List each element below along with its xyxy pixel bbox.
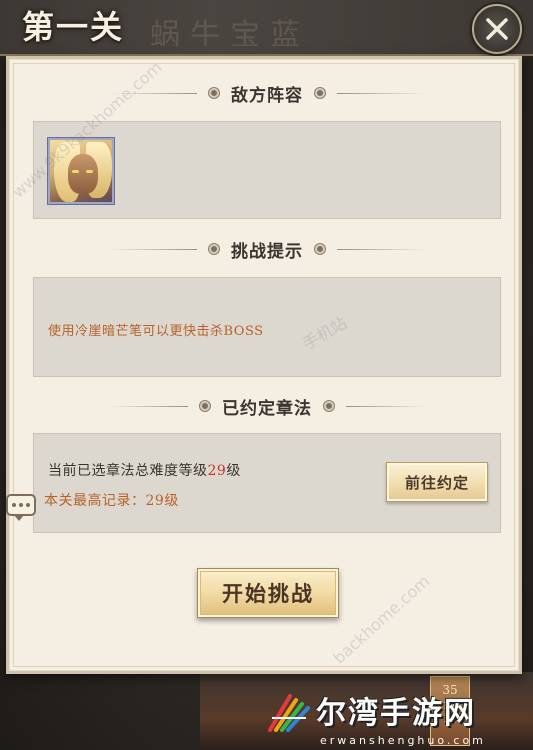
goto-pact-button[interactable]: 前往约定 — [386, 462, 488, 502]
enemy-portrait[interactable] — [48, 138, 114, 204]
best-record-text: 本关最高记录：29级 — [44, 493, 179, 509]
close-icon — [486, 18, 508, 40]
enemy-section-header: 敌方阵容 — [109, 79, 425, 107]
ornament-dot-icon — [209, 244, 219, 254]
difficulty-text: 当前已选章法总难度等级29级 — [48, 463, 241, 479]
ornament-dot-icon — [200, 401, 210, 411]
ornament-dot-icon — [209, 88, 219, 98]
hint-section-title: 挑战提示 — [231, 241, 303, 262]
hint-section-header: 挑战提示 — [109, 235, 425, 263]
close-button[interactable] — [472, 4, 522, 54]
ornament-dot-icon — [324, 401, 334, 411]
start-challenge-button[interactable]: 开始挑战 — [197, 568, 339, 618]
logo-name: 尔湾手游网 — [316, 696, 476, 731]
enemy-section-title: 敌方阵容 — [231, 85, 303, 106]
site-logo: 尔湾手游网 erwanshenghuo.com — [258, 684, 533, 750]
chat-bubble-icon[interactable] — [6, 494, 36, 521]
hint-box: 使用冷崖暗芒笔可以更快击杀BOSS — [33, 277, 501, 377]
pact-box: 当前已选章法总难度等级29级 本关最高记录：29级 前往约定 — [33, 433, 501, 533]
title-decoration: 蜗牛宝蓝 — [150, 18, 310, 46]
pact-section-title: 已约定章法 — [222, 398, 312, 419]
pact-section-header: 已约定章法 — [109, 392, 425, 420]
enemy-lineup-box — [33, 121, 501, 219]
hint-text: 使用冷崖暗芒笔可以更快击杀BOSS — [48, 324, 264, 339]
stage-dialog: 敌方阵容 挑战提示 使用冷崖暗芒笔可以更快击杀BOSS 已约定章法 当前已选章法… — [6, 56, 522, 674]
ornament-dot-icon — [315, 244, 325, 254]
logo-url: erwanshenghuo.com — [320, 734, 486, 747]
difficulty-level: 29 — [207, 463, 227, 479]
stage-title: 第一关 — [22, 8, 125, 46]
ornament-dot-icon — [315, 88, 325, 98]
logo-mark-icon — [268, 694, 310, 732]
title-bar: 蜗牛宝蓝 第一关 — [0, 0, 533, 56]
